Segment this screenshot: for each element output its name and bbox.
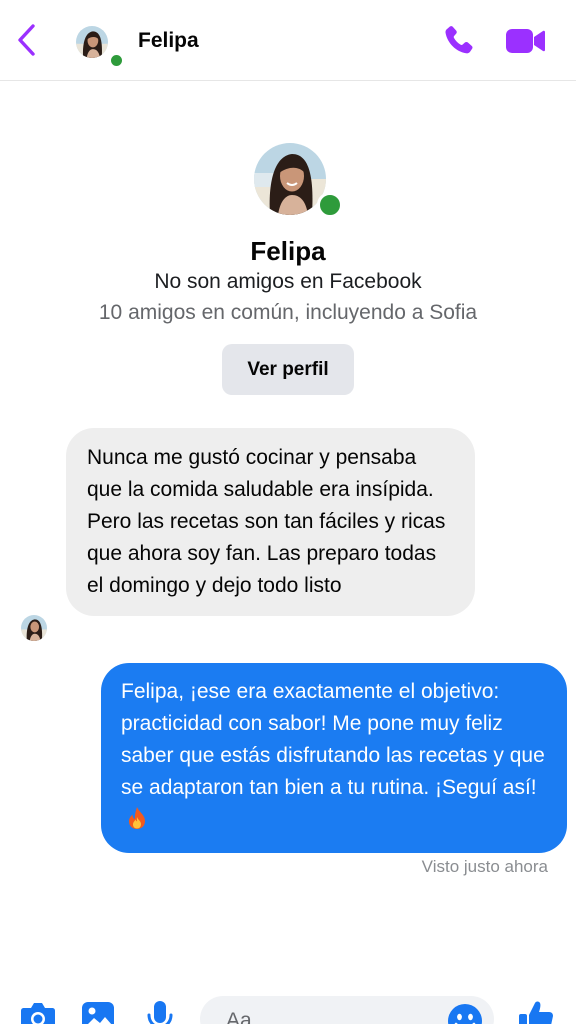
message-input-box[interactable]: [200, 996, 494, 1024]
seen-status: Visto justo ahora: [421, 857, 548, 876]
back-button[interactable]: [8, 18, 44, 62]
gallery-button[interactable]: [78, 1000, 118, 1024]
message-composer: [0, 990, 576, 1024]
phone-icon: [445, 26, 473, 54]
avatar-photo: [21, 615, 47, 641]
audio-call-button[interactable]: [436, 20, 480, 62]
video-camera-icon: [506, 29, 545, 53]
image-icon: [82, 1002, 114, 1024]
fire-emoji-icon: [127, 806, 147, 840]
voice-message-button[interactable]: [140, 1000, 180, 1024]
profile-avatar[interactable]: [254, 143, 343, 218]
friendship-status: No son amigos en Facebook: [154, 270, 422, 293]
thumbs-up-icon: [519, 1001, 553, 1024]
avatar-photo: [254, 143, 326, 215]
chevron-left-icon: [18, 24, 35, 56]
chat-header: Felipa: [0, 0, 576, 81]
outgoing-message[interactable]: Felipa, ¡ese era exactamente el objetivo…: [101, 663, 567, 853]
message-input[interactable]: [224, 1008, 438, 1024]
message-avatar: [21, 615, 47, 641]
incoming-message[interactable]: Nunca me gustó cocinar y pensaba que la …: [66, 428, 475, 616]
camera-button[interactable]: [18, 1000, 58, 1024]
online-indicator: [317, 192, 343, 218]
message-text: Felipa, ¡ese era exactamente el objetivo…: [121, 680, 545, 799]
online-indicator: [109, 53, 124, 68]
like-button[interactable]: [516, 1000, 556, 1024]
emoji-icon: [448, 1004, 482, 1024]
camera-icon: [21, 1003, 55, 1024]
microphone-icon: [147, 1001, 173, 1024]
video-call-button[interactable]: [502, 20, 548, 62]
view-profile-button[interactable]: Ver perfil: [222, 344, 354, 395]
avatar-photo: [76, 26, 108, 58]
message-text: Nunca me gustó cocinar y pensaba que la …: [87, 446, 446, 597]
profile-name: Felipa: [250, 236, 326, 266]
contact-avatar[interactable]: [76, 26, 124, 68]
emoji-button[interactable]: [447, 1003, 483, 1024]
mutual-friends: 10 amigos en común, incluyendo a Sofia: [98, 301, 478, 324]
contact-name[interactable]: Felipa: [138, 29, 199, 53]
